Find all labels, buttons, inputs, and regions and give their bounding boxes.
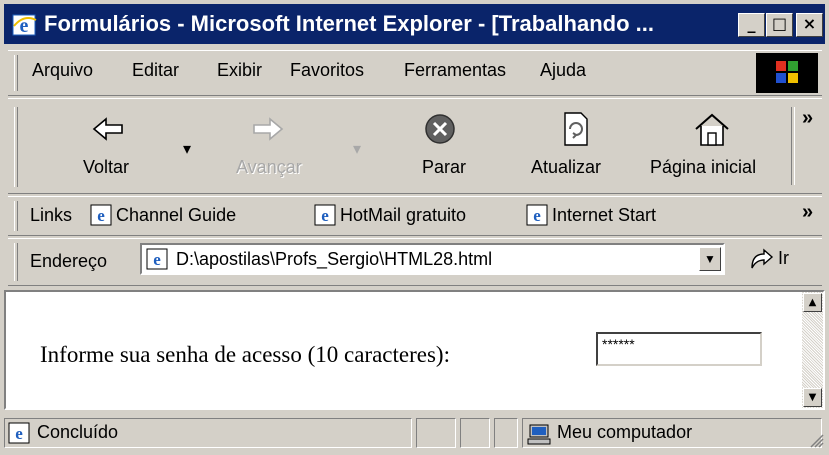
toolbar-grip[interactable] bbox=[14, 107, 18, 187]
ie-page-icon: e bbox=[146, 248, 168, 270]
address-input[interactable]: e D:\apostilas\Profs_Sergio\HTML28.html … bbox=[140, 243, 725, 275]
menu-grip[interactable] bbox=[14, 55, 18, 91]
page-content: Informe sua senha de acesso (10 caracter… bbox=[4, 290, 825, 410]
close-icon: × bbox=[802, 14, 817, 33]
dropdown-arrow-icon: ▾ bbox=[353, 141, 362, 158]
go-arrow-icon bbox=[751, 248, 774, 269]
links-overflow-chevron[interactable]: » bbox=[802, 201, 813, 224]
status-text: Concluído bbox=[37, 422, 119, 442]
link-channel-guide-label: Channel Guide bbox=[116, 205, 237, 225]
password-value: ****** bbox=[602, 336, 635, 352]
link-internet-start-label: Internet Start bbox=[552, 205, 657, 225]
back-arrow-icon bbox=[92, 117, 123, 141]
my-computer-icon bbox=[527, 424, 551, 445]
address-value: D:\apostilas\Profs_Sergio\HTML28.html bbox=[176, 249, 493, 269]
status-main-panel: e Concluído bbox=[4, 418, 412, 448]
maximize-button[interactable]: □ bbox=[766, 13, 793, 37]
menu-arquivo[interactable]: Arquivo bbox=[32, 60, 93, 81]
menu-editar[interactable]: Editar bbox=[132, 60, 179, 81]
status-panel-3 bbox=[494, 418, 518, 448]
forward-dropdown[interactable]: ▾ bbox=[353, 139, 361, 159]
minimize-button[interactable]: _ bbox=[738, 13, 765, 37]
go-label: Ir bbox=[778, 248, 789, 268]
title-bar[interactable]: e Formulários - Microsoft Internet Explo… bbox=[4, 4, 825, 44]
refresh-icon bbox=[564, 112, 588, 146]
home-icon bbox=[695, 113, 729, 146]
menu-favoritos[interactable]: Favoritos bbox=[290, 60, 364, 81]
refresh-button[interactable]: Atualizar bbox=[523, 111, 633, 187]
svg-text:e: e bbox=[533, 206, 541, 225]
forward-label: Avançar bbox=[236, 157, 302, 177]
back-button[interactable]: Voltar bbox=[63, 111, 173, 187]
window-title: Formulários - Microsoft Internet Explore… bbox=[44, 11, 654, 36]
svg-text:e: e bbox=[321, 206, 329, 225]
status-panel-2 bbox=[460, 418, 490, 448]
links-bar: Links e Channel Guide e HotMail gratuito… bbox=[8, 196, 822, 236]
close-button[interactable]: × bbox=[796, 13, 823, 37]
password-input[interactable]: ****** bbox=[596, 332, 762, 366]
password-prompt: Informe sua senha de acesso (10 caracter… bbox=[40, 342, 450, 367]
windows-logo-throbber bbox=[756, 53, 818, 93]
address-label: Endereço bbox=[30, 251, 108, 271]
forward-button[interactable]: Avançar bbox=[218, 111, 338, 187]
standard-toolbar: Voltar ▾ Avançar ▾ Parar Atualizar Págin… bbox=[8, 98, 822, 194]
links-grip[interactable] bbox=[14, 201, 18, 231]
menu-exibir[interactable]: Exibir bbox=[217, 60, 262, 81]
forward-arrow-icon bbox=[253, 117, 284, 141]
menu-ajuda[interactable]: Ajuda bbox=[540, 60, 586, 81]
menu-ferramentas[interactable]: Ferramentas bbox=[404, 60, 506, 81]
vertical-scrollbar[interactable]: ▲ ▼ bbox=[802, 292, 823, 408]
status-panel-1 bbox=[416, 418, 456, 448]
resize-grip-icon[interactable] bbox=[808, 432, 824, 448]
status-bar: e Concluído Meu computador bbox=[4, 414, 825, 452]
home-button[interactable]: Página inicial bbox=[640, 111, 790, 187]
dropdown-arrow-icon: ▾ bbox=[183, 141, 192, 158]
scroll-up-icon: ▲ bbox=[808, 297, 817, 308]
ie-page-icon: e bbox=[526, 204, 548, 226]
scroll-down-icon: ▼ bbox=[808, 392, 817, 403]
refresh-label: Atualizar bbox=[531, 157, 602, 177]
ie-page-icon: e bbox=[314, 204, 336, 226]
status-zone-panel: Meu computador bbox=[522, 418, 822, 448]
maximize-icon: □ bbox=[771, 14, 788, 33]
address-grip[interactable] bbox=[14, 243, 18, 281]
menu-bar: Arquivo Editar Exibir Favoritos Ferramen… bbox=[8, 50, 822, 96]
zone-text: Meu computador bbox=[557, 422, 693, 442]
stop-button[interactable]: Parar bbox=[398, 111, 488, 187]
browser-window: e Formulários - Microsoft Internet Explo… bbox=[0, 0, 829, 455]
toolbar-separator bbox=[791, 107, 795, 185]
minimize-icon: _ bbox=[747, 14, 756, 33]
stop-label: Parar bbox=[422, 157, 467, 177]
svg-text:e: e bbox=[15, 424, 23, 443]
windows-flag-icon bbox=[776, 61, 798, 83]
scroll-up-button[interactable]: ▲ bbox=[803, 293, 822, 312]
ie-logo-icon: e bbox=[12, 14, 37, 37]
link-hotmail-label: HotMail gratuito bbox=[340, 205, 467, 225]
back-dropdown[interactable]: ▾ bbox=[183, 139, 191, 159]
svg-text:e: e bbox=[153, 250, 161, 269]
scroll-down-button[interactable]: ▼ bbox=[803, 388, 822, 407]
toolbar-overflow-chevron[interactable]: » bbox=[802, 107, 813, 130]
stop-icon bbox=[425, 114, 455, 144]
ie-page-icon: e bbox=[90, 204, 112, 226]
home-label: Página inicial bbox=[650, 157, 757, 177]
dropdown-arrow-icon: ▼ bbox=[704, 252, 716, 266]
back-label: Voltar bbox=[83, 157, 130, 177]
links-label[interactable]: Links bbox=[30, 205, 72, 226]
ie-page-icon: e bbox=[8, 422, 30, 444]
svg-text:e: e bbox=[97, 206, 105, 225]
address-dropdown-button[interactable]: ▼ bbox=[699, 247, 721, 271]
